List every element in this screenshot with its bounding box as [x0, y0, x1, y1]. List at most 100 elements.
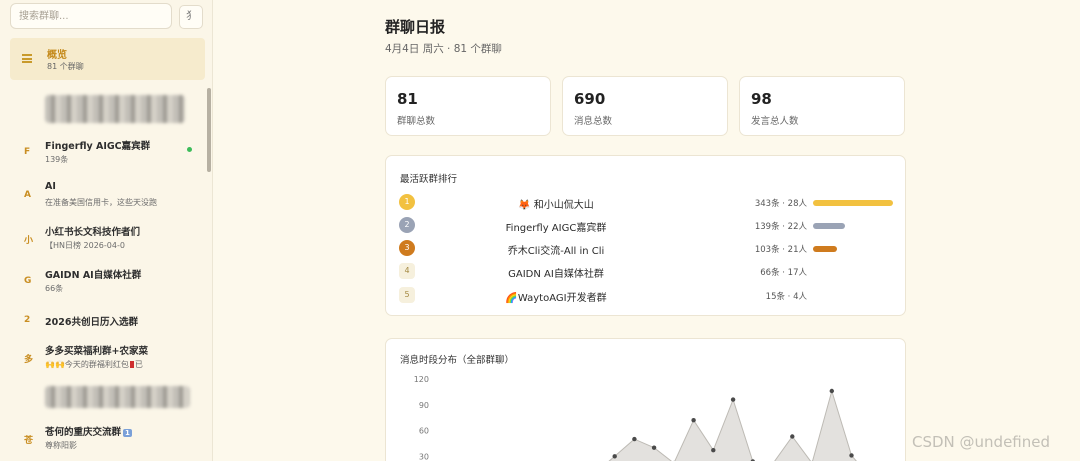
group-name: 小红书长文科技作者们 [45, 227, 141, 238]
hourly-chart-card: 消息时段分布（全部群聊） 120 90 60 30 [385, 338, 906, 461]
filter-button[interactable]: ⺨ [179, 5, 203, 29]
group-item[interactable]: 2 2026共创日历入选群 [10, 303, 205, 336]
rank-group-name: 乔木Cli交流-All in Cli [507, 246, 605, 257]
sidebar-item-overview[interactable]: 概览 81 个群聊 [10, 38, 205, 80]
y-tick-label: 120 [414, 375, 429, 384]
stat-card-messages: 690 消息总数 [562, 76, 728, 136]
stat-label: 发言总人数 [751, 116, 799, 127]
rank-badge-gold: 1 [399, 194, 415, 210]
stat-label: 消息总数 [574, 116, 613, 127]
stat-card-speakers: 98 发言总人数 [739, 76, 905, 136]
rank-badge: 4 [399, 263, 415, 279]
group-item[interactable]: A AI 在准备美国信用卡，这些天没跑 [10, 174, 205, 217]
rank-bar [813, 223, 846, 229]
blurred-group-preview [45, 386, 190, 408]
group-avatar-initial: 2 [24, 315, 31, 325]
watermark: CSDN @undefined [912, 433, 1051, 451]
rank-stat: 66条 · 17人 [760, 268, 807, 278]
rank-group-name: 🦊 和小山侃大山 [518, 200, 594, 211]
group-preview: 🙌🙌今天的群福利红包已 [45, 359, 143, 370]
rank-badge: 5 [399, 287, 415, 303]
rank-stat: 343条 · 28人 [754, 199, 807, 209]
rank-bar [813, 200, 893, 206]
ranking-card: 最活跃群排行 1 🦊 和小山侃大山 343条 · 28人 2 Fingerfly… [385, 155, 906, 316]
data-point[interactable] [849, 453, 854, 458]
search-input[interactable] [10, 3, 172, 29]
blurred-group-preview [45, 95, 185, 123]
y-tick-label: 90 [419, 401, 429, 410]
group-avatar-initial: A [24, 190, 31, 200]
group-preview: 66条 [45, 284, 64, 293]
stat-value: 81 [397, 90, 418, 108]
sidebar-scrollbar[interactable] [207, 88, 211, 172]
group-preview: 尊称阳影 [45, 441, 77, 450]
group-preview-suffix: 已 [134, 360, 143, 369]
data-point[interactable] [632, 436, 637, 442]
group-item[interactable]: 多 多多买菜福利群+农家菜 🙌🙌今天的群福利红包已 [10, 336, 205, 379]
rank-group-name: GAIDN AI自媒体社群 [508, 269, 604, 280]
group-name: GAIDN AI自媒体社群 [45, 270, 142, 281]
group-preview-text: 🙌🙌今天的群福利红包 [45, 360, 129, 369]
group-preview: 【HN日榜 2026-04-0 [45, 241, 125, 250]
data-point[interactable] [790, 434, 795, 439]
ranking-row[interactable]: 2 Fingerfly AIGC嘉宾群 139条 · 22人 [386, 216, 907, 234]
y-tick-label: 30 [419, 452, 429, 461]
data-point[interactable] [691, 418, 696, 423]
group-list: F Fingerfly AIGC嘉宾群 139条 A AI 在准备美国信用卡，这… [10, 88, 205, 460]
group-avatar-initial: 多 [24, 355, 34, 365]
stat-value: 98 [751, 90, 772, 108]
group-item-blurred[interactable] [10, 379, 205, 417]
redacted-mark [129, 361, 134, 368]
y-tick-label: 60 [419, 427, 429, 436]
overview-count: 81 个群聊 [47, 62, 84, 71]
group-name-text: 苍何的重庆交流群 [45, 427, 122, 438]
group-avatar-initial: 苍 [24, 436, 34, 446]
ranking-row[interactable]: 3 乔木Cli交流-All in Cli 103条 · 21人 [386, 239, 907, 257]
page-subtitle: 4月4日 周六 · 81 个群聊 [385, 43, 502, 55]
sidebar: ⺨ 概览 81 个群聊 F Fingerfly AIGC嘉宾群 139条 A A… [0, 0, 213, 461]
group-item[interactable]: 苍 苍何的重庆交流群 1 尊称阳影 [10, 417, 205, 460]
group-item-blurred[interactable] [10, 88, 205, 131]
rank-group-name: 🌈WaytoAGI开发者群 [505, 293, 607, 304]
rank-group-name: Fingerfly AIGC嘉宾群 [505, 223, 607, 234]
group-avatar-initial: F [24, 147, 31, 157]
rank-stat: 15条 · 4人 [765, 292, 807, 302]
ranking-row[interactable]: 5 🌈WaytoAGI开发者群 15条 · 4人 [386, 286, 907, 304]
group-name: 2026共创日历入选群 [45, 317, 138, 328]
group-avatar-initial: 小 [24, 236, 34, 246]
rank-stat: 103条 · 21人 [754, 245, 807, 255]
group-name: 苍何的重庆交流群 1 [45, 424, 132, 438]
group-item[interactable]: G GAIDN AI自媒体社群 66条 [10, 260, 205, 303]
rank-badge-silver: 2 [399, 217, 415, 233]
group-item[interactable]: F Fingerfly AIGC嘉宾群 139条 [10, 131, 205, 174]
page-title: 群聊日报 [385, 18, 446, 36]
group-preview: 139条 [45, 155, 69, 164]
overview-title: 概览 [47, 50, 67, 61]
stat-card-groups: 81 群聊总数 [385, 76, 551, 136]
search-row: ⺨ [10, 3, 205, 29]
group-item[interactable]: 小 小红书长文科技作者们 【HN日榜 2026-04-0 [10, 217, 205, 260]
hourly-chart: 消息时段分布（全部群聊） 120 90 60 30 [400, 354, 857, 461]
menu-list-icon [22, 54, 32, 63]
data-point[interactable] [730, 397, 736, 402]
data-point[interactable] [711, 448, 716, 453]
rank-bar [813, 246, 837, 252]
stat-label: 群聊总数 [397, 116, 436, 127]
online-status-dot [187, 147, 192, 152]
ranking-row[interactable]: 1 🦊 和小山侃大山 343条 · 28人 [386, 193, 907, 211]
data-point[interactable] [651, 445, 657, 450]
ranking-row[interactable]: 4 GAIDN AI自媒体社群 66条 · 17人 [386, 262, 907, 280]
group-name: 多多买菜福利群+农家菜 [45, 346, 148, 357]
rank-stat: 139条 · 22人 [754, 222, 807, 232]
stat-value: 690 [574, 90, 606, 108]
group-name: AI [45, 181, 56, 192]
area-series [609, 391, 857, 461]
chart-title: 消息时段分布（全部群聊） [400, 354, 514, 366]
group-avatar-initial: G [24, 276, 32, 286]
data-point[interactable] [612, 454, 617, 459]
info-badge: 1 [123, 428, 132, 437]
group-preview: 在准备美国信用卡，这些天没跑 [45, 198, 157, 207]
group-name: Fingerfly AIGC嘉宾群 [45, 141, 151, 152]
data-point[interactable] [829, 388, 834, 394]
rank-badge-bronze: 3 [399, 240, 415, 256]
